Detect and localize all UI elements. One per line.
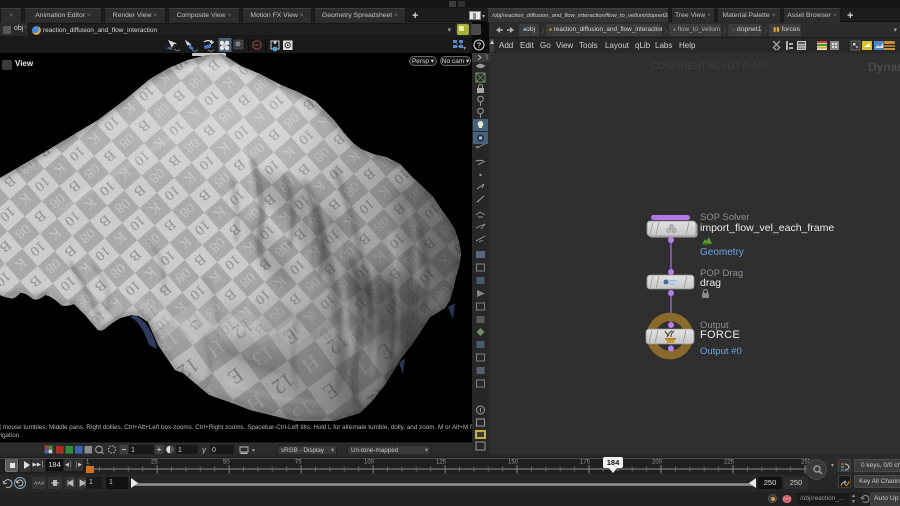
svg-text:75: 75	[295, 460, 302, 466]
svg-text:25: 25	[151, 460, 158, 466]
svg-text:225: 225	[724, 460, 735, 466]
svg-text:▾: ▾	[463, 46, 466, 52]
svg-text:0: 0	[212, 447, 216, 454]
svg-text:1: 1	[178, 447, 182, 454]
svg-text:50: 50	[223, 460, 230, 466]
svg-text:200: 200	[652, 460, 663, 466]
svg-text:1: 1	[86, 460, 90, 466]
svg-text:150: 150	[508, 460, 519, 466]
svg-text:125: 125	[436, 460, 447, 466]
svg-text:100: 100	[364, 460, 375, 466]
svg-text:175: 175	[580, 460, 591, 466]
svg-text:?: ?	[477, 41, 482, 50]
svg-text:˄˄˄: ˄˄˄	[34, 482, 45, 488]
svg-text:1: 1	[131, 447, 135, 454]
